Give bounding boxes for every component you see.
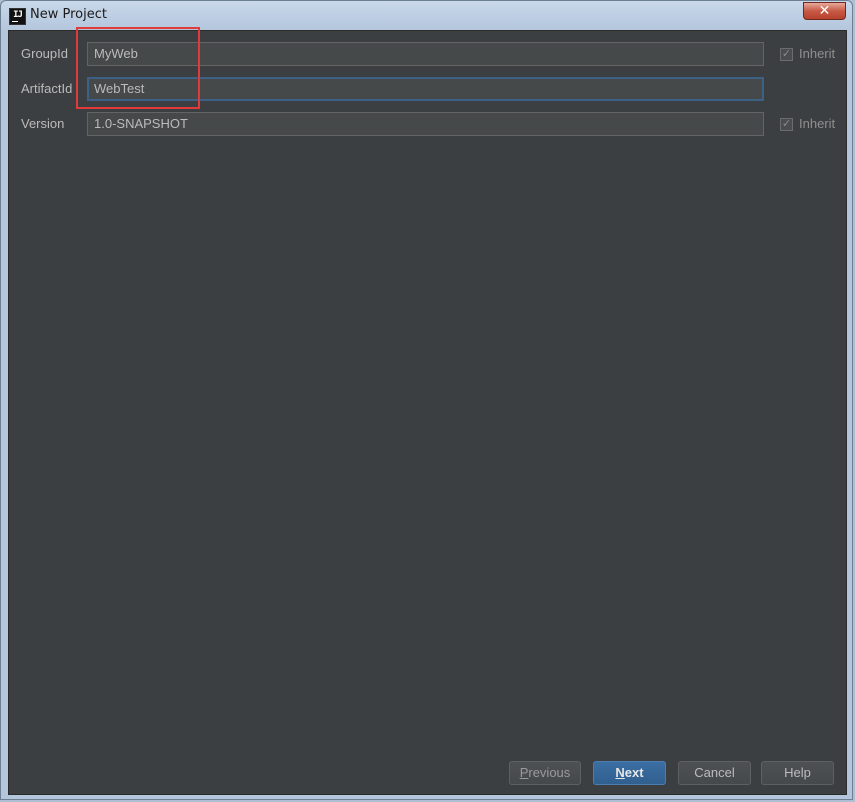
window-title: New Project xyxy=(30,7,107,22)
intellij-app-icon: IJ xyxy=(9,8,26,25)
version-label: Version xyxy=(21,116,65,131)
group-id-input[interactable]: MyWeb xyxy=(87,42,764,66)
next-button[interactable]: Next xyxy=(593,761,666,785)
checkmark-icon: ✓ xyxy=(781,48,792,60)
cancel-button-label: Cancel xyxy=(694,765,735,780)
title-bar: IJ New Project ✕ xyxy=(1,1,852,29)
help-button[interactable]: Help xyxy=(761,761,834,785)
cancel-button[interactable]: Cancel xyxy=(678,761,751,785)
checkmark-icon: ✓ xyxy=(781,118,792,130)
previous-button[interactable]: Previous xyxy=(509,761,581,785)
group-id-inherit-checkbox[interactable]: ✓ xyxy=(780,48,793,61)
close-icon: ✕ xyxy=(818,2,831,18)
new-project-window: IJ New Project ✕ GroupId MyWeb ✓ Inherit… xyxy=(0,0,853,800)
dialog-content: GroupId MyWeb ✓ Inherit ArtifactId WebTe… xyxy=(8,27,847,795)
next-button-label: Next xyxy=(615,765,644,780)
help-button-label: Help xyxy=(784,765,811,780)
artifact-id-label: ArtifactId xyxy=(21,81,73,96)
version-inherit-checkbox[interactable]: ✓ xyxy=(780,118,793,131)
app-icon-text: IJ xyxy=(13,10,23,20)
version-input[interactable]: 1.0-SNAPSHOT xyxy=(87,112,764,136)
group-id-label: GroupId xyxy=(21,46,68,61)
previous-button-label: Previous xyxy=(519,765,571,780)
close-button[interactable]: ✕ xyxy=(803,2,846,20)
group-id-inherit-label: Inherit xyxy=(799,46,836,61)
artifact-id-input[interactable]: WebTest xyxy=(87,77,764,101)
version-inherit-label: Inherit xyxy=(799,116,836,131)
